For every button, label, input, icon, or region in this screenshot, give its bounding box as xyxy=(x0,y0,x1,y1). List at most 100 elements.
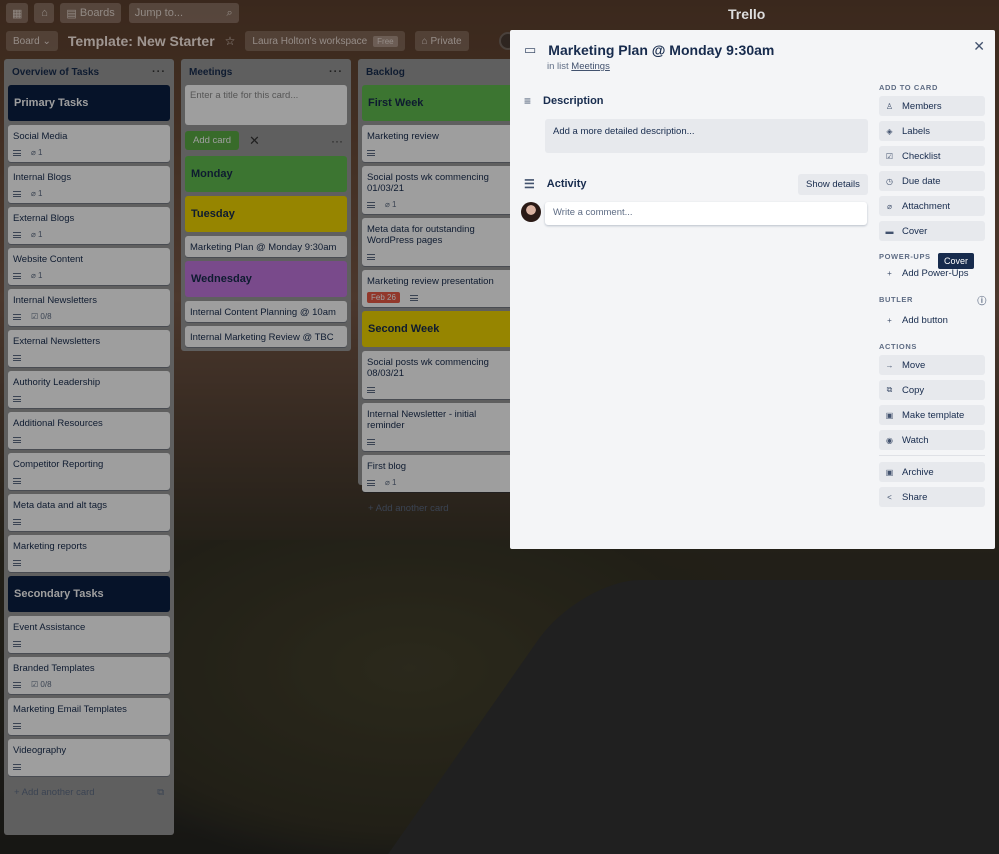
visibility-button[interactable]: ⌂ Private xyxy=(414,31,469,51)
list-menu-icon[interactable]: ··· xyxy=(329,66,343,78)
card[interactable]: Social Media ⌀ 1 xyxy=(8,125,170,162)
description-input[interactable]: Add a more detailed description... xyxy=(545,119,868,153)
card-title: Secondary Tasks xyxy=(14,588,104,600)
person-icon: ♙ xyxy=(885,101,894,111)
list-title[interactable]: Meetings xyxy=(189,67,232,78)
search-input[interactable]: Jump to... ⌕ xyxy=(128,3,239,23)
composer-menu-icon[interactable]: ··· xyxy=(331,134,343,148)
card-badges xyxy=(13,516,165,527)
card[interactable]: Branded Templates ☑ 0/8 xyxy=(8,657,170,694)
star-icon[interactable]: ☆ xyxy=(225,34,236,48)
card[interactable]: Marketing reports xyxy=(8,535,170,572)
show-details-button[interactable]: Show details xyxy=(798,174,868,195)
list-overview: Overview of Tasks ··· Primary Tasks Socia… xyxy=(4,59,174,835)
card[interactable]: Meta data for outstanding WordPress page… xyxy=(362,218,514,266)
card-title: Wednesday xyxy=(191,273,252,285)
card-internal-content-planning[interactable]: Internal Content Planning @ 10am xyxy=(185,301,347,322)
avatar[interactable] xyxy=(521,202,541,222)
copy-button[interactable]: ⧉ Copy xyxy=(879,380,985,400)
due-date-badge[interactable]: Feb 26 xyxy=(367,292,400,303)
list-link[interactable]: Meetings xyxy=(571,61,610,72)
board-title[interactable]: Template: New Starter xyxy=(68,33,215,49)
trello-logo[interactable]: Trello xyxy=(728,6,765,22)
members-button[interactable]: ♙ Members xyxy=(879,96,985,116)
card-internal-marketing-review[interactable]: Internal Marketing Review @ TBC xyxy=(185,326,347,347)
description-icon xyxy=(13,149,21,156)
card-monday[interactable]: Monday xyxy=(185,156,347,192)
card[interactable]: Social posts wk commencing 01/03/21 ⌀ 1 xyxy=(362,166,514,214)
archive-button[interactable]: ▣ Archive xyxy=(879,462,985,482)
watch-label: Watch xyxy=(902,434,929,446)
card[interactable]: Social posts wk commencing 08/03/21 xyxy=(362,351,514,399)
card-badges xyxy=(13,761,165,772)
close-icon[interactable]: ✕ xyxy=(973,38,985,55)
template-icon[interactable]: ⧉ xyxy=(157,787,164,798)
add-another-card-button[interactable]: + Add another card ⧉ xyxy=(8,780,170,804)
card-wednesday[interactable]: Wednesday xyxy=(185,261,347,297)
cover-button[interactable]: ▬ Cover xyxy=(879,221,985,241)
card[interactable]: Additional Resources xyxy=(8,412,170,449)
due-date-button[interactable]: ◷ Due date xyxy=(879,171,985,191)
labels-button[interactable]: ◈ Labels xyxy=(879,121,985,141)
workspace-button[interactable]: Laura Holton's workspace Free xyxy=(245,31,405,51)
add-card-button[interactable]: Add card xyxy=(185,131,240,150)
card[interactable]: External Newsletters xyxy=(8,330,170,367)
card[interactable]: Videography xyxy=(8,739,170,776)
board-view-button[interactable]: Board ⌄ xyxy=(6,31,58,51)
card-badges xyxy=(367,436,509,447)
checklist-button[interactable]: ☑ Checklist xyxy=(879,146,985,166)
card-primary-tasks[interactable]: Primary Tasks xyxy=(8,85,170,121)
list-backlog: Backlog First Week Marketing review Socia… xyxy=(358,59,518,514)
add-another-card-button[interactable]: + Add another card xyxy=(362,496,514,520)
checklist-badge: ☑ 0/8 xyxy=(31,312,52,321)
card-secondary-tasks[interactable]: Secondary Tasks xyxy=(8,576,170,612)
move-button[interactable]: → Move xyxy=(879,355,985,375)
card-sidebar: ADD TO CARD ♙ Members ◈ Labels ☑ Checklist ◷ Du… xyxy=(879,83,987,512)
apps-grid-icon[interactable]: ▦ xyxy=(6,3,29,23)
attachment-count: 1 xyxy=(38,230,43,239)
make-template-button[interactable]: ▣ Make template xyxy=(879,405,985,425)
paperclip-icon: ⌀ xyxy=(31,230,39,239)
card-first-week[interactable]: First Week xyxy=(362,85,514,121)
list-title[interactable]: Overview of Tasks xyxy=(12,67,99,78)
activity-heading: Activity xyxy=(546,178,587,190)
close-icon[interactable]: ✕ xyxy=(249,133,260,149)
card-tuesday[interactable]: Tuesday xyxy=(185,196,347,232)
description-header: ≡ Description xyxy=(524,94,604,108)
attachment-button[interactable]: ⌀ Attachment xyxy=(879,196,985,216)
card[interactable]: Marketing review xyxy=(362,125,514,162)
watch-button[interactable]: ◉ Watch xyxy=(879,430,985,450)
share-button[interactable]: < Share xyxy=(879,487,985,507)
card-title-input[interactable]: Enter a title for this card... xyxy=(185,85,347,125)
card[interactable]: Internal Newsletters ☑ 0/8 xyxy=(8,289,170,326)
card[interactable]: External Blogs ⌀ 1 xyxy=(8,207,170,244)
boards-icon: ▤ xyxy=(66,7,80,20)
arrow-right-icon: → xyxy=(885,360,894,370)
home-icon[interactable]: ⌂ xyxy=(34,3,55,23)
comment-input[interactable]: Write a comment... xyxy=(545,202,867,225)
card[interactable]: Internal Blogs ⌀ 1 xyxy=(8,166,170,203)
add-butler-button[interactable]: + Add button xyxy=(879,310,985,330)
boards-button[interactable]: ▤ Boards xyxy=(60,3,121,23)
card[interactable]: Authority Leadership xyxy=(8,371,170,408)
card[interactable]: Event Assistance xyxy=(8,616,170,653)
card-badges: ⌀ 1 xyxy=(13,147,165,158)
card-icon: ▭ xyxy=(524,42,537,57)
card[interactable]: Competitor Reporting xyxy=(8,453,170,490)
description-icon xyxy=(13,477,21,484)
card-second-week[interactable]: Second Week xyxy=(362,311,514,347)
list-title[interactable]: Backlog xyxy=(366,67,405,78)
card[interactable]: Website Content ⌀ 1 xyxy=(8,248,170,285)
card-title[interactable]: Marketing Plan @ Monday 9:30am xyxy=(548,42,774,58)
card-badges: ☑ 0/8 xyxy=(13,311,165,322)
card-marketing-plan[interactable]: Marketing Plan @ Monday 9:30am xyxy=(185,236,347,257)
info-icon[interactable]: ⓘ xyxy=(977,294,987,307)
card[interactable]: Marketing Email Templates xyxy=(8,698,170,735)
card[interactable]: Marketing review presentation Feb 26 xyxy=(362,270,514,307)
description-icon xyxy=(13,518,21,525)
card[interactable]: Meta data and alt tags xyxy=(8,494,170,531)
card[interactable]: Internal Newsletter - initial reminder xyxy=(362,403,514,451)
card[interactable]: First blog ⌀ 1 xyxy=(362,455,514,492)
list-menu-icon[interactable]: ··· xyxy=(152,66,166,78)
checkbox-icon: ☑ xyxy=(31,312,41,321)
